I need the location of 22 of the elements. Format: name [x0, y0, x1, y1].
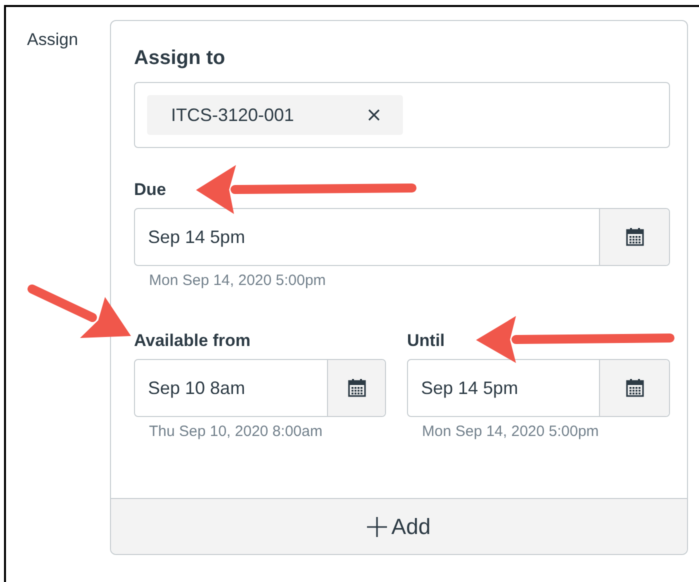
date-field[interactable]: Sep 14 5pm: [407, 359, 670, 417]
calendar-icon: [346, 378, 366, 398]
section-chip[interactable]: ITCS-3120-001: [147, 95, 403, 135]
assign-to-field[interactable]: ITCS-3120-001: [134, 82, 670, 148]
date-field[interactable]: Sep 14 5pm: [134, 208, 670, 266]
field-label: Due: [134, 180, 168, 200]
calendar-button[interactable]: [327, 360, 385, 416]
date-field[interactable]: Sep 10 8am: [134, 359, 386, 417]
calendar-icon: [624, 378, 644, 398]
calendar-button[interactable]: [599, 360, 669, 416]
date-hint: Thu Sep 10, 2020 8:00am: [149, 423, 324, 440]
section-label: Assign: [27, 30, 80, 50]
plus-icon: [367, 516, 388, 536]
date-hint: Mon Sep 14, 2020 5:00pm: [422, 423, 600, 440]
date-hint: Mon Sep 14, 2020 5:00pm: [149, 272, 327, 289]
calendar-icon: [624, 227, 644, 247]
calendar-button[interactable]: [599, 209, 669, 265]
field-label: Available from: [134, 331, 252, 351]
field-label: Until: [407, 331, 446, 351]
field-label: Assign to: [134, 47, 226, 70]
add-button[interactable]: Add: [111, 498, 687, 554]
close-icon[interactable]: [367, 108, 381, 122]
